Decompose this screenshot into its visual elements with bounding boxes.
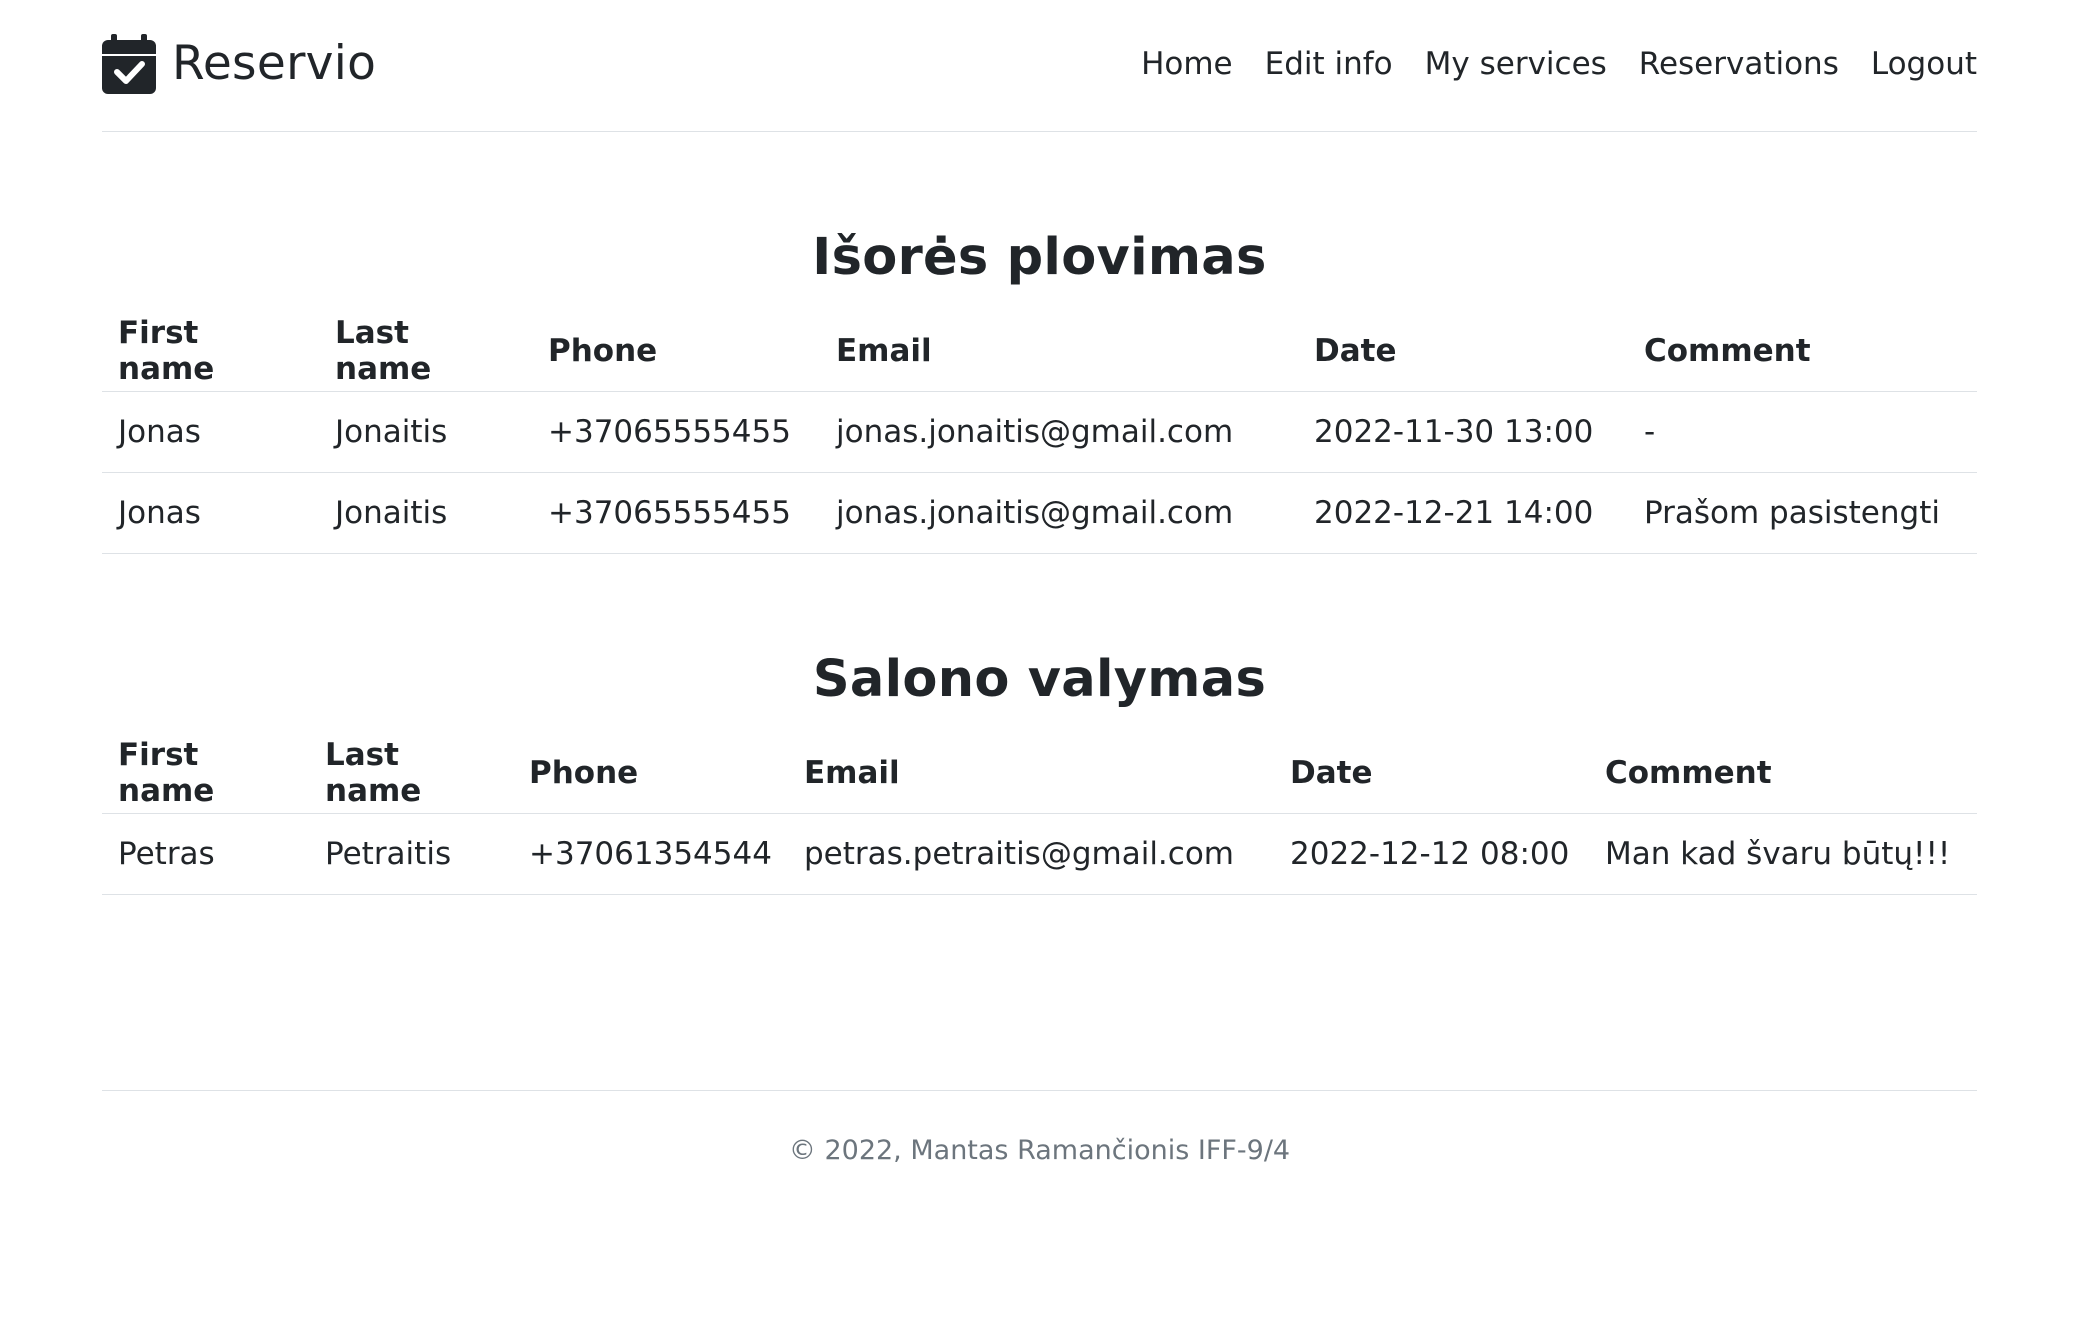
table-row: Jonas Jonaitis +37065555455 jonas.jonait… bbox=[102, 472, 1977, 554]
cell-first-name: Jonas bbox=[102, 391, 319, 473]
calendar-check-icon bbox=[102, 33, 156, 94]
header: Reservio Home Edit info My services Rese… bbox=[102, 0, 1977, 132]
column-header: First name bbox=[102, 311, 319, 392]
column-header: Email bbox=[820, 311, 1298, 392]
column-header: Phone bbox=[513, 733, 788, 814]
column-header: Email bbox=[788, 733, 1274, 814]
table-header-row: First name Last name Phone Email Date Co… bbox=[102, 733, 1977, 814]
nav-my-services[interactable]: My services bbox=[1409, 42, 1623, 86]
cell-phone: +37065555455 bbox=[532, 472, 820, 554]
column-header: Last name bbox=[319, 311, 532, 392]
cell-comment: - bbox=[1628, 391, 1977, 473]
nav-logout[interactable]: Logout bbox=[1855, 42, 1977, 86]
cell-phone: +37065555455 bbox=[532, 391, 820, 473]
cell-first-name: Jonas bbox=[102, 472, 319, 554]
column-header: Last name bbox=[309, 733, 513, 814]
cell-last-name: Petraitis bbox=[309, 813, 513, 895]
cell-date: 2022-12-12 08:00 bbox=[1274, 813, 1589, 895]
cell-date: 2022-12-21 14:00 bbox=[1298, 472, 1628, 554]
cell-comment: Man kad švaru būtų!!! bbox=[1589, 813, 1977, 895]
table-row: Petras Petraitis +37061354544 petras.pet… bbox=[102, 813, 1977, 895]
column-header: Phone bbox=[532, 311, 820, 392]
column-header: Date bbox=[1274, 733, 1589, 814]
reservations-table: First name Last name Phone Email Date Co… bbox=[102, 733, 1977, 895]
brand-name: Reservio bbox=[172, 36, 377, 91]
cell-last-name: Jonaitis bbox=[319, 391, 532, 473]
footer: © 2022, Mantas Ramančionis IFF-9/4 bbox=[102, 1090, 1977, 1166]
section-title: Išorės plovimas bbox=[812, 228, 1267, 287]
cell-last-name: Jonaitis bbox=[319, 472, 532, 554]
cell-email: jonas.jonaitis@gmail.com bbox=[820, 391, 1298, 473]
table-header-row: First name Last name Phone Email Date Co… bbox=[102, 311, 1977, 392]
cell-email: jonas.jonaitis@gmail.com bbox=[820, 472, 1298, 554]
column-header: Comment bbox=[1628, 311, 1977, 392]
nav-home[interactable]: Home bbox=[1125, 42, 1249, 86]
table-row: Jonas Jonaitis +37065555455 jonas.jonait… bbox=[102, 391, 1977, 473]
brand-link[interactable]: Reservio bbox=[102, 33, 377, 94]
cell-first-name: Petras bbox=[102, 813, 309, 895]
column-header: Date bbox=[1298, 311, 1628, 392]
cell-phone: +37061354544 bbox=[513, 813, 788, 895]
cell-date: 2022-11-30 13:00 bbox=[1298, 391, 1628, 473]
column-header: Comment bbox=[1589, 733, 1977, 814]
nav-edit-info[interactable]: Edit info bbox=[1249, 42, 1409, 86]
cell-email: petras.petraitis@gmail.com bbox=[788, 813, 1274, 895]
nav-reservations[interactable]: Reservations bbox=[1623, 42, 1855, 86]
footer-copyright: © 2022, Mantas Ramančionis IFF-9/4 bbox=[788, 1135, 1291, 1166]
reservations-table: First name Last name Phone Email Date Co… bbox=[102, 311, 1977, 554]
main-nav: Home Edit info My services Reservations … bbox=[1125, 42, 1977, 86]
cell-comment: Prašom pasistengti bbox=[1628, 472, 1977, 554]
page-container: Reservio Home Edit info My services Rese… bbox=[102, 0, 1977, 1166]
section-title: Salono valymas bbox=[812, 650, 1267, 709]
column-header: First name bbox=[102, 733, 309, 814]
